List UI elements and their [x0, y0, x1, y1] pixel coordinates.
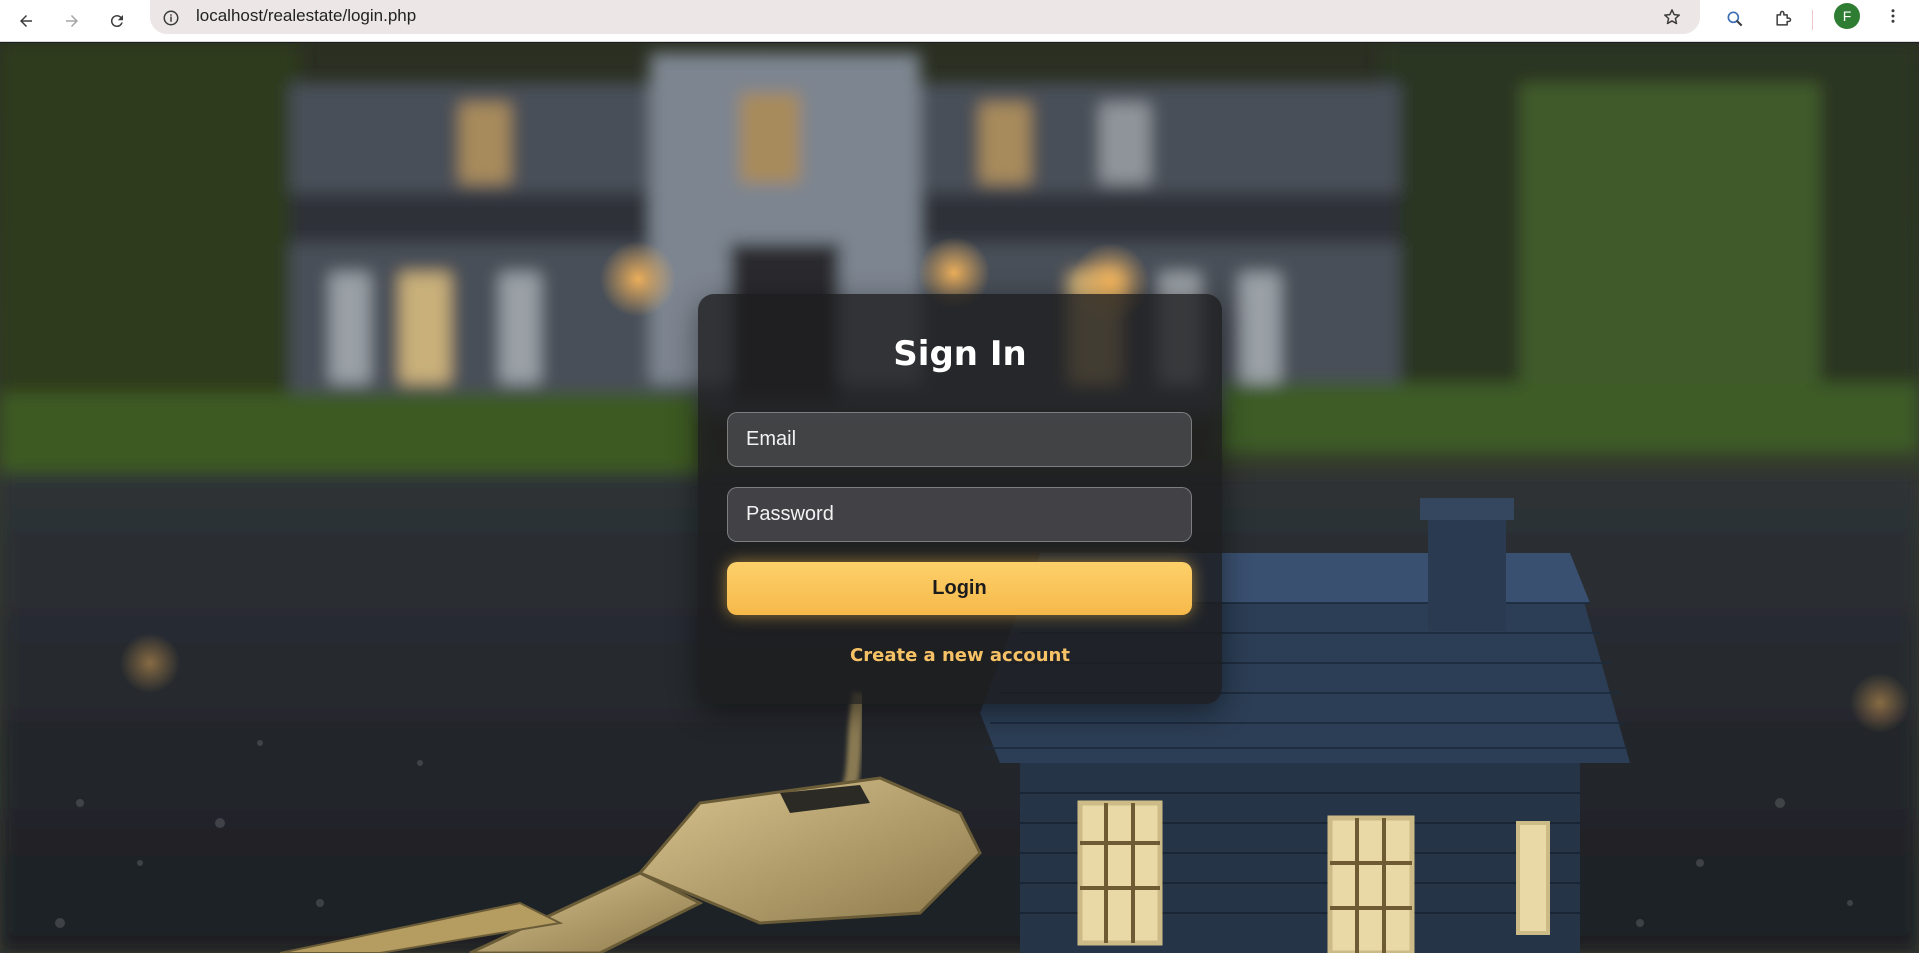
- forward-button[interactable]: [54, 3, 90, 39]
- puzzle-icon: [1776, 10, 1792, 26]
- reload-icon: [110, 15, 123, 28]
- bookmark-button[interactable]: [1660, 5, 1684, 29]
- more-vertical-icon: [1891, 9, 1895, 23]
- url-text[interactable]: localhost/realestate/login.php: [196, 6, 416, 26]
- toolbar-divider: [1812, 10, 1813, 30]
- password-field[interactable]: [727, 487, 1192, 542]
- email-field[interactable]: [727, 412, 1192, 467]
- page-title: Sign In: [893, 334, 1027, 374]
- login-card: Sign In Login Create a new account: [698, 294, 1222, 704]
- browser-toolbar: localhost/realestate/login.php F: [0, 0, 1919, 42]
- create-account-link[interactable]: Create a new account: [698, 645, 1222, 666]
- info-icon: [163, 10, 179, 26]
- extensions-button[interactable]: [1768, 4, 1798, 34]
- page-viewport: Sign In Login Create a new account: [0, 43, 1919, 953]
- arrow-left-icon: [20, 15, 32, 27]
- address-bar[interactable]: localhost/realestate/login.php: [150, 0, 1700, 34]
- browser-menu-button[interactable]: [1880, 3, 1906, 29]
- lens-icon: [1727, 11, 1743, 27]
- profile-avatar[interactable]: F: [1834, 3, 1860, 29]
- lens-extension-button[interactable]: [1720, 4, 1750, 34]
- site-info-button[interactable]: [160, 7, 182, 29]
- reload-button[interactable]: [99, 3, 135, 39]
- arrow-right-icon: [66, 15, 78, 27]
- login-button[interactable]: Login: [727, 562, 1192, 615]
- star-icon: [1664, 9, 1680, 25]
- back-button[interactable]: [8, 3, 44, 39]
